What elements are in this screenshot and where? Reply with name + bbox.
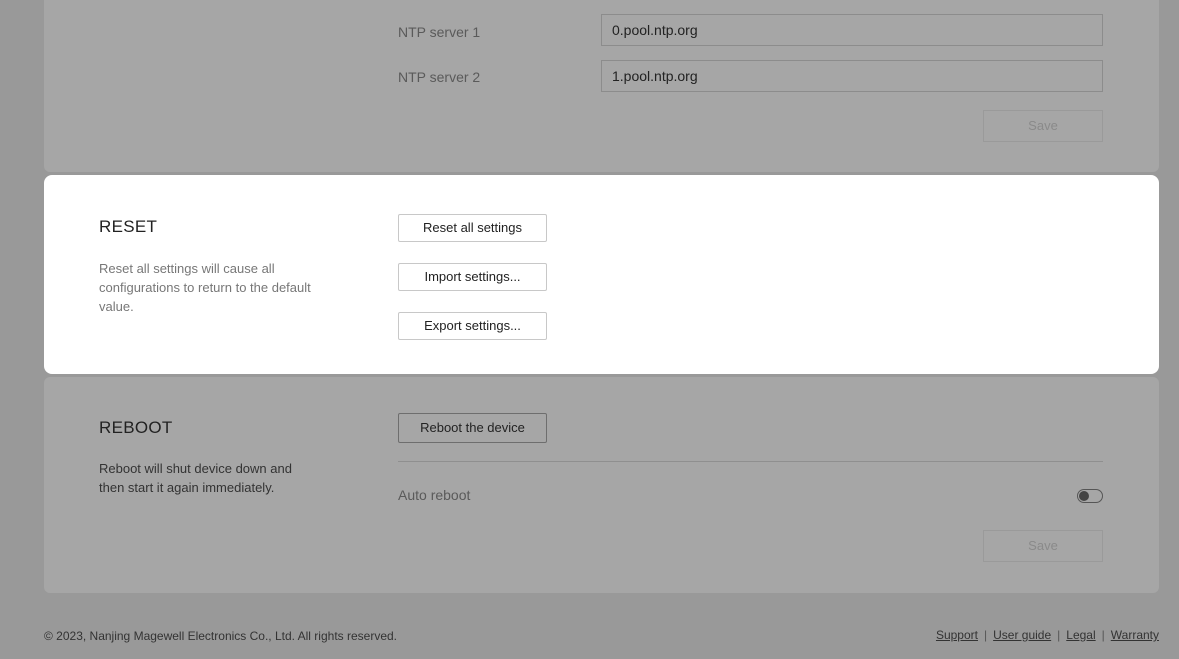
copyright-text: © 2023, Nanjing Magewell Electronics Co.… — [44, 629, 398, 643]
link-separator: | — [1101, 628, 1105, 642]
warranty-link[interactable]: Warranty — [1111, 628, 1159, 642]
support-link[interactable]: Support — [936, 628, 978, 642]
reboot-description: Reboot will shut device down and then st… — [99, 461, 292, 495]
reboot-divider — [398, 461, 1103, 462]
user-guide-link[interactable]: User guide — [993, 628, 1051, 642]
ntp-save-button[interactable]: Save — [983, 110, 1103, 142]
reboot-device-button[interactable]: Reboot the device — [398, 413, 547, 443]
reset-panel: RESET Reset all settings will cause all … — [44, 175, 1159, 374]
auto-reboot-toggle[interactable] — [1077, 489, 1103, 503]
ntp-server-1-input[interactable] — [601, 14, 1103, 46]
ntp-server-2-label: NTP server 2 — [398, 69, 481, 85]
import-settings-button[interactable]: Import settings... — [398, 263, 547, 291]
ntp-server-1-label: NTP server 1 — [398, 24, 481, 40]
footer-links: Support | User guide | Legal | Warranty — [936, 628, 1159, 642]
reset-all-settings-button[interactable]: Reset all settings — [398, 214, 547, 242]
reboot-title: REBOOT — [99, 418, 173, 437]
ntp-server-2-input[interactable] — [601, 60, 1103, 92]
reset-title: RESET — [99, 217, 158, 236]
reset-description: Reset all settings will cause all config… — [99, 261, 311, 314]
reboot-panel: REBOOT Reboot will shut device down and … — [44, 377, 1159, 593]
legal-link[interactable]: Legal — [1066, 628, 1095, 642]
link-separator: | — [1057, 628, 1061, 642]
auto-reboot-label: Auto reboot — [398, 487, 471, 503]
export-settings-button[interactable]: Export settings... — [398, 312, 547, 340]
link-separator: | — [983, 628, 988, 642]
reboot-save-button[interactable]: Save — [983, 530, 1103, 562]
footer: © 2023, Nanjing Magewell Electronics Co.… — [0, 613, 1179, 659]
toggle-knob — [1079, 491, 1089, 501]
ntp-settings-panel: NTP server 1 NTP server 2 Save — [44, 0, 1159, 172]
